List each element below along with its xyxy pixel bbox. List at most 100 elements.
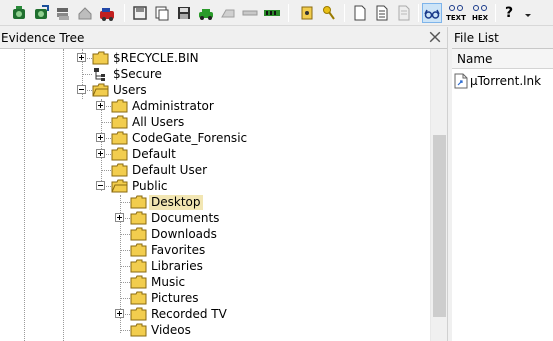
- green-car-icon[interactable]: [196, 3, 216, 23]
- hex-view-label: HEX: [472, 14, 489, 22]
- folder-icon: [130, 195, 147, 209]
- folder-icon: [111, 99, 128, 113]
- tree-item-desktop[interactable]: Desktop: [130, 194, 203, 210]
- tree-item-label: Recorded TV: [151, 306, 227, 321]
- file-list: Name µTorrent.lnk: [452, 49, 553, 341]
- gray-car-icon[interactable]: [218, 3, 238, 23]
- tree-item-secure[interactable]: $Secure: [92, 66, 164, 82]
- export-icon[interactable]: [97, 3, 117, 23]
- tree-item-label: Default: [132, 146, 176, 161]
- memory-icon[interactable]: [262, 3, 282, 23]
- tree-guide-line: [101, 99, 102, 191]
- tree-item-downloads[interactable]: Downloads: [130, 226, 219, 242]
- tree-item-libraries[interactable]: Libraries: [130, 258, 205, 274]
- gray-page-icon[interactable]: [394, 3, 414, 23]
- tree-item-videos[interactable]: Videos: [130, 322, 193, 338]
- tree-item-label: Administrator: [132, 98, 214, 113]
- tree-item-label: Downloads: [151, 226, 217, 241]
- tree-guide-line: [24, 49, 25, 341]
- file-list-header: File List: [452, 27, 553, 49]
- folder-tag-icon[interactable]: [297, 3, 317, 23]
- tree-item-default[interactable]: Default: [111, 146, 178, 162]
- tree-item-label: Default User: [132, 162, 208, 177]
- column-header-label: Name: [457, 51, 493, 66]
- text-view-icon[interactable]: TEXT: [446, 3, 466, 23]
- folder-icon: [111, 131, 128, 145]
- file-list-title: File List: [454, 30, 499, 45]
- key-icon[interactable]: [319, 3, 339, 23]
- image-drive-icon[interactable]: [53, 3, 73, 23]
- folder-icon: [130, 323, 147, 337]
- expand-toggle[interactable]: [115, 309, 124, 318]
- file-tree-icon: [94, 68, 105, 81]
- shortcut-file-icon: [454, 73, 468, 88]
- folder-icon: [130, 227, 147, 241]
- tree-item-label: Desktop: [149, 194, 203, 210]
- tree-item-administrator[interactable]: Administrator: [111, 98, 216, 114]
- tree-guide-line: [63, 49, 64, 341]
- text-page-icon[interactable]: [372, 3, 392, 23]
- expand-toggle[interactable]: [96, 149, 105, 158]
- tree-item-codegate-forensic[interactable]: CodeGate_Forensic: [111, 130, 249, 146]
- tree-item-label: Videos: [151, 322, 191, 337]
- folder-icon: [130, 259, 147, 273]
- scrollbar-thumb[interactable]: [433, 135, 446, 317]
- print-icon[interactable]: [75, 3, 95, 23]
- column-header-name[interactable]: Name: [452, 49, 553, 69]
- tree-item-label: $RECYCLE.BIN: [113, 50, 199, 65]
- collapse-toggle[interactable]: [96, 181, 105, 190]
- expand-toggle[interactable]: [77, 53, 86, 62]
- toolbar-separator: [418, 4, 419, 22]
- tree-item-favorites[interactable]: Favorites: [130, 242, 207, 258]
- folder-open-icon: [111, 179, 128, 193]
- evidence-tree-header: Evidence Tree: [0, 27, 447, 49]
- copy-icon[interactable]: [152, 3, 172, 23]
- floppy-icon[interactable]: [174, 3, 194, 23]
- file-name: µTorrent.lnk: [470, 73, 542, 88]
- folder-icon: [130, 291, 147, 305]
- expand-toggle[interactable]: [115, 213, 124, 222]
- chevron-down-icon[interactable]: [522, 3, 534, 23]
- tree-item-users[interactable]: Users: [92, 82, 149, 98]
- tree-item-music[interactable]: Music: [130, 274, 187, 290]
- tree-item-label: $Secure: [113, 66, 162, 81]
- list-item[interactable]: µTorrent.lnk: [454, 72, 541, 89]
- tree-item-recycle-bin[interactable]: $RECYCLE.BIN: [92, 50, 201, 66]
- tree-item-recorded-tv[interactable]: Recorded TV: [130, 306, 229, 322]
- save-icon[interactable]: [130, 3, 150, 23]
- expand-toggle[interactable]: [96, 101, 105, 110]
- glasses-icon[interactable]: [422, 3, 442, 23]
- toolbar-separator: [495, 4, 496, 22]
- tree-item-public[interactable]: Public: [111, 178, 170, 194]
- blank-page-icon[interactable]: [350, 3, 370, 23]
- folder-icon: [111, 147, 128, 161]
- bar-icon[interactable]: [240, 3, 260, 23]
- help-icon[interactable]: ?: [499, 3, 519, 23]
- folder-icon: [130, 275, 147, 289]
- tree-item-all-users[interactable]: All Users: [111, 114, 186, 130]
- tree-item-label: Documents: [151, 210, 220, 225]
- tree-item-label: Favorites: [151, 242, 206, 257]
- toolbar-separator: [124, 4, 125, 22]
- tree-item-label: Users: [113, 82, 147, 97]
- tree-item-label: Public: [132, 178, 168, 193]
- folder-icon: [92, 51, 109, 65]
- collapse-toggle[interactable]: [77, 85, 86, 94]
- add-all-evidence-icon[interactable]: [31, 3, 51, 23]
- add-evidence-icon[interactable]: [9, 3, 29, 23]
- tree-item-pictures[interactable]: Pictures: [130, 290, 201, 306]
- vertical-scrollbar[interactable]: [430, 49, 447, 341]
- text-view-label: TEXT: [446, 14, 466, 22]
- tree-item-default-user[interactable]: Default User: [111, 162, 209, 178]
- toolbar-separator: [288, 4, 289, 22]
- hex-view-icon[interactable]: HEX: [470, 3, 490, 23]
- toolbar: TEXT HEX ?: [0, 0, 553, 26]
- folder-open-icon: [92, 83, 109, 97]
- folder-icon: [130, 307, 147, 321]
- tree-item-label: Libraries: [151, 258, 203, 273]
- folder-icon: [130, 243, 147, 257]
- evidence-tree: $RECYCLE.BIN $Secure Users Administrator…: [0, 49, 447, 341]
- tree-item-documents[interactable]: Documents: [130, 210, 221, 226]
- close-icon[interactable]: [429, 31, 441, 43]
- expand-toggle[interactable]: [96, 133, 105, 142]
